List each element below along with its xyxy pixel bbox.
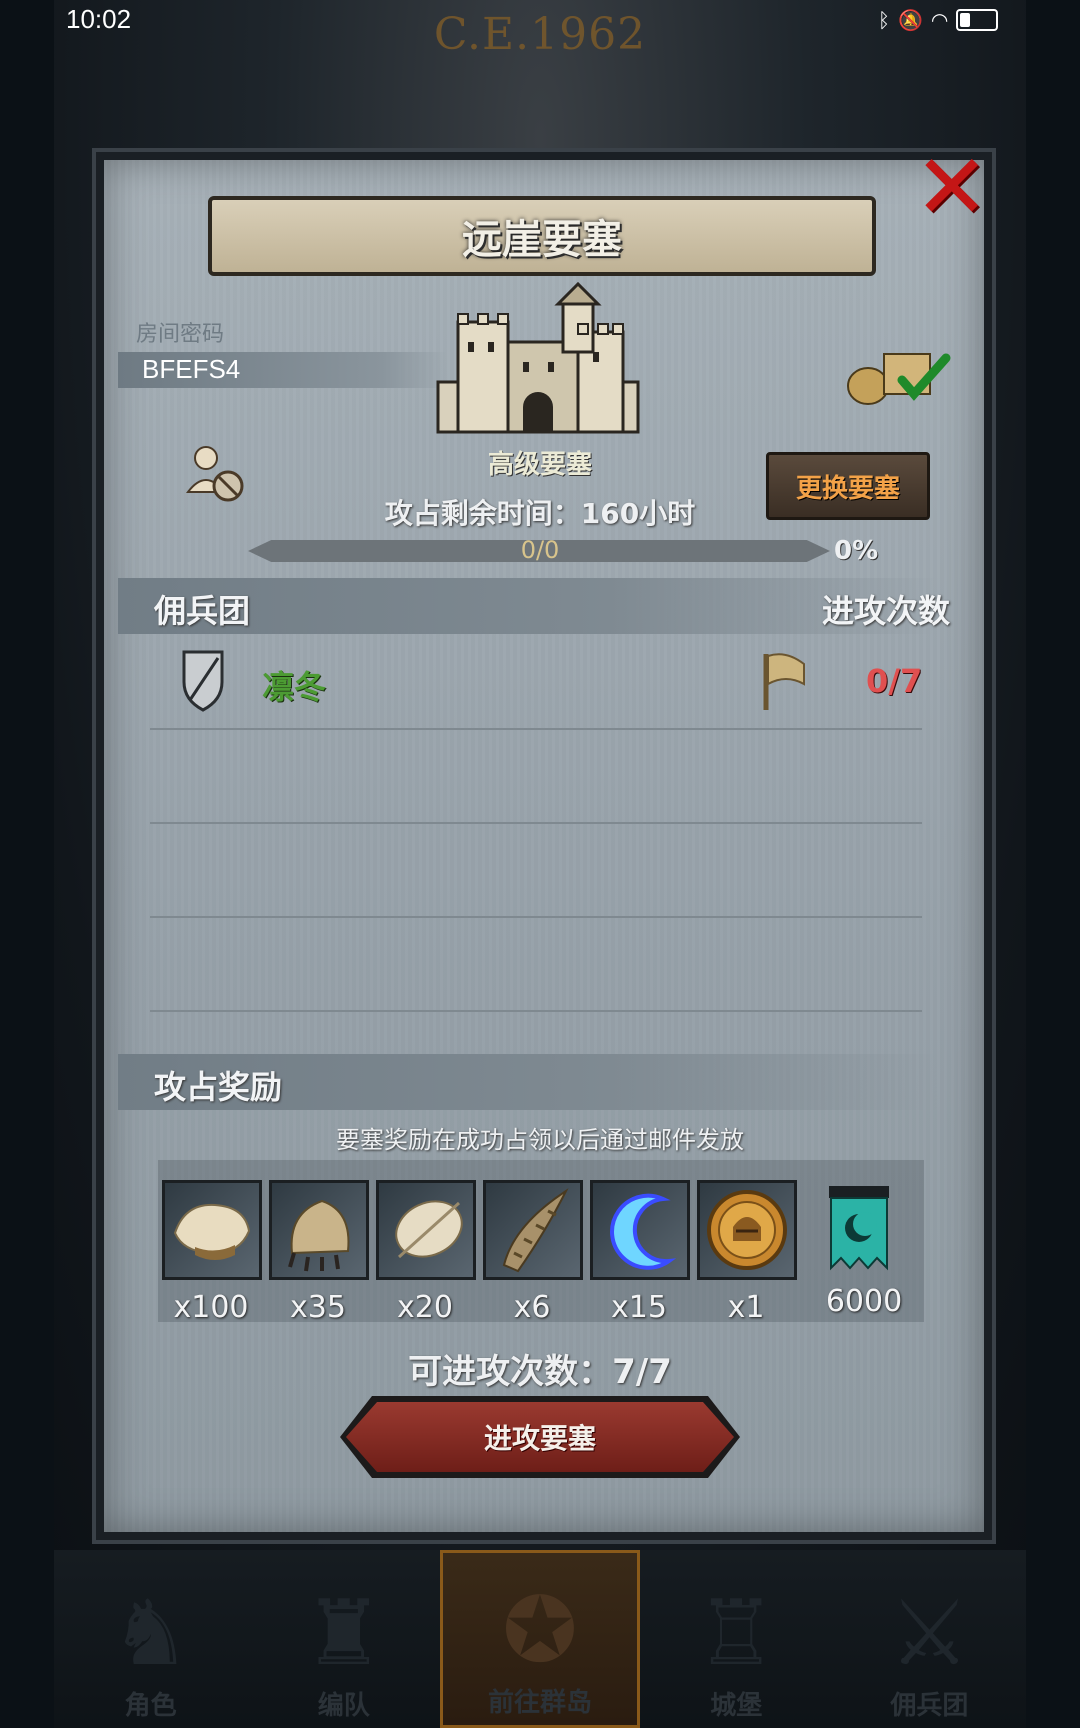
guild-banner-icon bbox=[829, 1186, 889, 1271]
room-code: BFEFS4 bbox=[142, 354, 241, 384]
battery-icon bbox=[956, 9, 999, 31]
supply-check-icon[interactable] bbox=[840, 340, 960, 410]
mercenary-name[interactable]: 凛冬 bbox=[262, 662, 326, 708]
nav-label: 编队 bbox=[317, 1691, 370, 1721]
nav-label: 前往群岛 bbox=[488, 1688, 593, 1718]
horn-icon bbox=[502, 1188, 569, 1273]
bluetooth-icon: ᛒ bbox=[878, 8, 890, 32]
close-button[interactable]: ✕ bbox=[914, 143, 989, 233]
reward-item[interactable]: x100 bbox=[162, 1180, 262, 1325]
beast-claw-icon bbox=[288, 1199, 350, 1272]
status-icons: ᛒ 🔕 ◠ bbox=[878, 8, 999, 32]
left-border bbox=[0, 0, 54, 1728]
progress-text: 0/0 bbox=[520, 536, 560, 564]
attack-count-label: 进攻次数 bbox=[821, 592, 950, 630]
flag-icon bbox=[763, 653, 805, 710]
helmet-icon: ♜ bbox=[303, 1581, 385, 1686]
close-icon: ✕ bbox=[914, 135, 990, 240]
reward-qty: 6000 bbox=[825, 1284, 903, 1319]
reward-section-header: 攻占奖励 bbox=[118, 1054, 938, 1110]
time-remaining: 攻占剩余时间：160小时 bbox=[384, 497, 696, 530]
right-border bbox=[1026, 0, 1080, 1728]
status-time: 10:02 bbox=[66, 4, 132, 34]
castle-icon: ♖ bbox=[695, 1581, 777, 1686]
reward-qty: x15 bbox=[611, 1290, 667, 1325]
nav-label: 角色 bbox=[124, 1691, 177, 1721]
title-banner: 远崖要塞 bbox=[208, 196, 876, 276]
reward-qty: x100 bbox=[173, 1290, 249, 1325]
mercenary-row-empty bbox=[150, 916, 922, 1012]
feather-fur-icon bbox=[395, 1200, 463, 1259]
nav-castle[interactable]: ♖ 城堡 bbox=[640, 1550, 833, 1728]
fortress-level: 高级要塞 bbox=[487, 450, 592, 480]
crescent-energy-icon bbox=[610, 1193, 677, 1270]
reward-item[interactable]: x6 bbox=[483, 1180, 583, 1325]
mercenary-attack-count: 0/7 bbox=[866, 662, 923, 700]
available-attacks: 可进攻次数：7/7 bbox=[408, 1352, 672, 1392]
progress-percent: 0% bbox=[834, 536, 879, 566]
nav-islands[interactable]: ✪ 前往群岛 bbox=[440, 1550, 640, 1728]
nav-role[interactable]: ♞ 角色 bbox=[54, 1550, 247, 1728]
reward-qty: x20 bbox=[397, 1290, 453, 1325]
reward-item[interactable]: 6000 bbox=[815, 1180, 913, 1319]
reward-qty: x1 bbox=[727, 1290, 765, 1325]
nav-label: 佣兵团 bbox=[890, 1691, 969, 1721]
mercenary-label: 佣兵团 bbox=[154, 592, 251, 630]
attack-fortress-button[interactable]: 进攻要塞 bbox=[346, 1402, 734, 1472]
reward-item[interactable]: x1 bbox=[697, 1180, 797, 1325]
castle-icon bbox=[436, 282, 640, 434]
reward-label: 攻占奖励 bbox=[154, 1068, 283, 1106]
mercenary-row-empty bbox=[150, 822, 922, 918]
reward-qty: x35 bbox=[290, 1290, 346, 1325]
helmet-medal-icon bbox=[707, 1190, 787, 1270]
warrior-icon: ⚔ bbox=[889, 1581, 970, 1686]
mute-icon: 🔕 bbox=[898, 8, 923, 32]
shield-sword-icon bbox=[182, 650, 224, 712]
dialog-title: 远崖要塞 bbox=[462, 217, 622, 263]
room-password-label: 房间密码 bbox=[136, 322, 225, 347]
nav-label: 城堡 bbox=[710, 1691, 763, 1721]
compass-icon: ✪ bbox=[502, 1578, 578, 1683]
reward-item[interactable]: x20 bbox=[376, 1180, 476, 1325]
user-block-icon[interactable] bbox=[184, 444, 248, 504]
mercenary-row-empty bbox=[150, 728, 922, 824]
bottom-nav: ♞ 角色 ♜ 编队 ✪ 前往群岛 ♖ 城堡 ⚔ 佣兵团 bbox=[54, 1550, 1026, 1728]
reward-qty: x6 bbox=[513, 1290, 551, 1325]
nav-formation[interactable]: ♜ 编队 bbox=[247, 1550, 440, 1728]
reward-note: 要塞奖励在成功占领以后通过邮件发放 bbox=[336, 1126, 744, 1154]
knight-icon: ♞ bbox=[110, 1581, 191, 1686]
nav-mercenary[interactable]: ⚔ 佣兵团 bbox=[833, 1550, 1026, 1728]
reward-item[interactable]: x15 bbox=[590, 1180, 690, 1325]
wifi-icon: ◠ bbox=[930, 8, 949, 32]
reward-item[interactable]: x35 bbox=[269, 1180, 369, 1325]
fur-pelt-icon bbox=[173, 1203, 251, 1260]
date-banner: C.E.1962 bbox=[433, 9, 647, 60]
mercenary-section-header: 佣兵团 进攻次数 bbox=[118, 578, 950, 634]
